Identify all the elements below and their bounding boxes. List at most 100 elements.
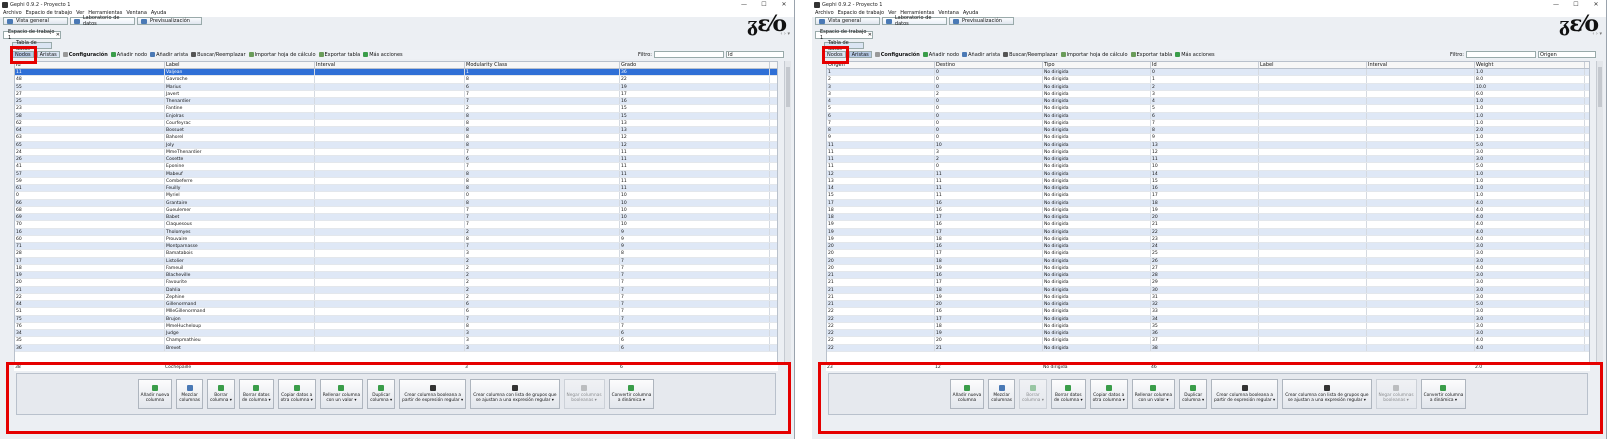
table-cell[interactable]: [1367, 206, 1475, 213]
column-action-button-4[interactable]: Copiar datos a otra columna ▾: [1089, 379, 1128, 409]
table-cell[interactable]: Joly: [165, 141, 315, 148]
table-cell[interactable]: 19: [827, 221, 935, 228]
table-cell[interactable]: [1259, 228, 1367, 235]
table-cell[interactable]: [1259, 112, 1367, 119]
table-cell[interactable]: 25: [15, 98, 165, 105]
table-cell[interactable]: 0: [935, 76, 1043, 83]
table-cell[interactable]: 2: [465, 257, 620, 264]
table-cell[interactable]: 36: [620, 69, 770, 76]
table-cell[interactable]: 1.0: [1475, 112, 1585, 119]
table-cell[interactable]: 3: [827, 90, 935, 97]
table-cell[interactable]: 4.0: [1475, 264, 1585, 271]
table-row[interactable]: 66 Grantaire 8 10: [15, 199, 777, 207]
table-cell[interactable]: 8: [465, 199, 620, 206]
table-cell[interactable]: 10: [620, 192, 770, 199]
table-cell[interactable]: 2: [935, 156, 1043, 163]
table-cell[interactable]: [315, 163, 465, 170]
table-row[interactable]: 44 Gillenormand 6 7: [15, 301, 777, 309]
table-cell[interactable]: 11: [935, 177, 1043, 184]
column-action-button-3[interactable]: Borrar datos de columna ▾: [1050, 379, 1086, 409]
table-cell[interactable]: Bamatabois: [165, 250, 315, 257]
table-cell[interactable]: 8: [465, 134, 620, 141]
column-action-button-4[interactable]: Copiar datos a otra columna ▾: [277, 379, 316, 409]
table-cell[interactable]: 25: [1151, 250, 1259, 257]
table-cell[interactable]: 38: [1151, 344, 1259, 351]
close-icon[interactable]: ✕: [56, 32, 60, 38]
add-edge-button[interactable]: Añadir arista: [150, 52, 188, 58]
column-action-button-5[interactable]: Rellenar columna con un valor ▾: [319, 379, 364, 409]
column-header[interactable]: Tipo: [1043, 62, 1151, 68]
table-cell[interactable]: 63: [15, 134, 165, 141]
table-cell[interactable]: 18: [935, 286, 1043, 293]
table-row[interactable]: 59 Combeferre 8 11: [15, 177, 777, 185]
table-cell[interactable]: No dirigida: [1043, 330, 1151, 337]
table-cell[interactable]: [315, 141, 465, 148]
table-cell[interactable]: [1258, 364, 1366, 371]
table-cell[interactable]: 27: [15, 90, 165, 97]
table-cell[interactable]: 2: [827, 76, 935, 83]
table-cell[interactable]: Enjolras: [165, 112, 315, 119]
table-cell[interactable]: 8: [465, 322, 620, 329]
table-cell[interactable]: [1367, 141, 1475, 148]
table-cell[interactable]: [1367, 112, 1475, 119]
table-cell[interactable]: [1367, 98, 1475, 105]
table-cell[interactable]: 8: [620, 250, 770, 257]
table-cell[interactable]: No dirigida: [1043, 148, 1151, 155]
scrollbar-thumb[interactable]: [1598, 67, 1602, 107]
table-row[interactable]: 19 18 No dirigida 23 4.0: [827, 235, 1589, 243]
table-cell[interactable]: 21: [827, 293, 935, 300]
menu-item-5[interactable]: Ayuda: [151, 10, 166, 16]
table-cell[interactable]: [315, 192, 465, 199]
table-cell[interactable]: Cochepaille: [164, 364, 314, 371]
table-cell[interactable]: [1367, 148, 1475, 155]
table-cell[interactable]: 22: [827, 337, 935, 344]
table-cell[interactable]: 7: [620, 293, 770, 300]
table-cell[interactable]: 30: [1151, 286, 1259, 293]
table-cell[interactable]: Feuilly: [165, 185, 315, 192]
table-cell[interactable]: 8: [465, 76, 620, 83]
minimize-button[interactable]: —: [734, 1, 754, 8]
table-cell[interactable]: [315, 199, 465, 206]
minimize-button[interactable]: —: [1546, 1, 1566, 8]
table-cell[interactable]: 3: [464, 364, 619, 371]
table-cell[interactable]: 4.0: [1475, 337, 1585, 344]
table-cell[interactable]: [1367, 279, 1475, 286]
table-cell[interactable]: 3: [827, 83, 935, 90]
table-cell[interactable]: 38: [14, 364, 164, 371]
table-cell[interactable]: 22: [15, 293, 165, 300]
table-cell[interactable]: Judge: [165, 330, 315, 337]
table-cell[interactable]: 19: [827, 235, 935, 242]
table-cell[interactable]: 9: [620, 243, 770, 250]
table-cell[interactable]: [1259, 279, 1367, 286]
table-cell[interactable]: [315, 90, 465, 97]
tab-scroll-arrows[interactable]: ‹ › ▾: [780, 31, 790, 37]
perspective-button-0[interactable]: Vista general: [3, 17, 68, 25]
table-cell[interactable]: [1367, 83, 1475, 90]
table-cell[interactable]: Cosette: [165, 156, 315, 163]
menu-item-1[interactable]: Espacio de trabajo: [838, 10, 884, 16]
table-cell[interactable]: [1259, 127, 1367, 134]
table-cell[interactable]: 0: [935, 83, 1043, 90]
table-cell[interactable]: [1367, 192, 1475, 199]
table-cell[interactable]: No dirigida: [1043, 76, 1151, 83]
table-cell[interactable]: 20: [827, 257, 935, 264]
table-cell[interactable]: 1.0: [1475, 192, 1585, 199]
table-cell[interactable]: Thenardier: [165, 98, 315, 105]
table-cell[interactable]: 0: [935, 98, 1043, 105]
table-cell[interactable]: [1259, 344, 1367, 351]
table-cell[interactable]: [1367, 337, 1475, 344]
table-cell[interactable]: 1: [827, 69, 935, 76]
table-cell[interactable]: [1259, 221, 1367, 228]
table-cell[interactable]: 20: [935, 337, 1043, 344]
table-cell[interactable]: 1.0: [1475, 119, 1585, 126]
table-cell[interactable]: Bahorel: [165, 134, 315, 141]
column-action-button-2[interactable]: Borrar columna ▾: [206, 379, 235, 409]
table-cell[interactable]: [315, 105, 465, 112]
table-cell[interactable]: Zephine: [165, 293, 315, 300]
table-cell[interactable]: [1367, 156, 1475, 163]
table-row[interactable]: 24 MmeThenardier 7 11: [15, 148, 777, 156]
table-row[interactable]: 18 17 No dirigida 20 4.0: [827, 214, 1589, 222]
table-cell[interactable]: 18: [827, 206, 935, 213]
table-cell[interactable]: No dirigida: [1043, 337, 1151, 344]
table-cell[interactable]: 0: [465, 192, 620, 199]
